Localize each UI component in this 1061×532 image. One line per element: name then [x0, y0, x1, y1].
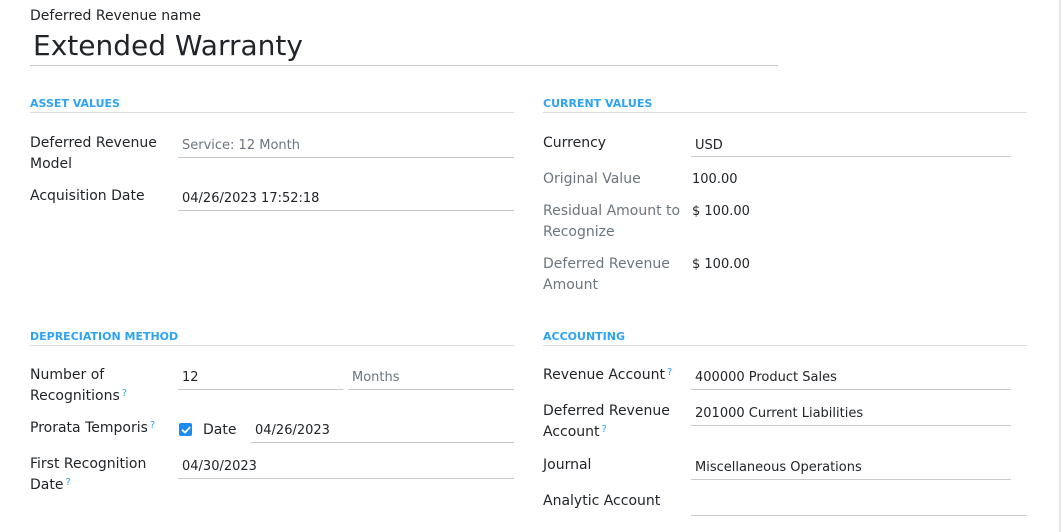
period-select[interactable]: Months — [352, 369, 400, 387]
help-icon[interactable]: ? — [65, 477, 70, 488]
currency-select[interactable]: USD — [695, 137, 723, 155]
model-input-underline — [178, 157, 514, 158]
number-recognitions-input[interactable]: 12 — [182, 369, 199, 387]
help-icon[interactable]: ? — [667, 367, 672, 378]
first-recognition-underline — [178, 478, 514, 479]
help-icon[interactable]: ? — [150, 420, 155, 431]
model-label-line1: Deferred Revenue — [30, 135, 157, 151]
deferred-account-label: Deferred Revenue Account? — [543, 401, 670, 443]
prorata-label: Prorata Temporis? — [30, 418, 155, 439]
residual-label: Residual Amount to Recognize — [543, 201, 680, 243]
name-label: Deferred Revenue name — [30, 8, 201, 24]
number-recognitions-underline — [178, 389, 343, 390]
name-input[interactable]: Extended Warranty — [33, 28, 303, 64]
original-value: 100.00 — [692, 172, 738, 187]
section-current-values-line — [543, 112, 1027, 113]
residual-label-line2: Recognize — [543, 224, 615, 240]
residual-label-line1: Residual Amount to — [543, 203, 681, 219]
help-icon[interactable]: ? — [602, 424, 607, 435]
deferred-amount-label-line1: Deferred Revenue — [543, 256, 670, 272]
number-recognitions-label: Number of Recognitions? — [30, 365, 127, 407]
deferred-account-label-line2: Account — [543, 424, 600, 440]
deferred-amount-label-line2: Amount — [543, 277, 599, 293]
original-value-label: Original Value — [543, 171, 641, 187]
acquisition-date-label: Acquisition Date — [30, 188, 145, 204]
analytic-account-label: Analytic Account — [543, 493, 661, 509]
prorata-label-text: Prorata Temporis — [30, 420, 148, 436]
revenue-account-underline — [691, 389, 1011, 390]
revenue-account-label-text: Revenue Account — [543, 367, 665, 383]
prorata-date-input[interactable]: 04/26/2023 — [255, 422, 330, 440]
first-recognition-input[interactable]: 04/30/2023 — [182, 458, 257, 476]
deferred-account-underline — [691, 425, 1011, 426]
analytic-account-select[interactable] — [695, 495, 1005, 513]
section-current-values: CURRENT VALUES — [543, 97, 653, 110]
currency-label: Currency — [543, 135, 607, 151]
section-asset-values-line — [30, 112, 514, 113]
journal-select[interactable]: Miscellaneous Operations — [695, 459, 862, 477]
journal-label: Journal — [543, 457, 592, 473]
help-icon[interactable]: ? — [122, 388, 127, 399]
model-input[interactable]: Service: 12 Month — [182, 137, 300, 155]
deferred-amount-label: Deferred Revenue Amount — [543, 254, 670, 296]
section-depreciation-line — [30, 345, 514, 346]
section-asset-values: ASSET VALUES — [30, 97, 120, 110]
journal-underline — [691, 479, 1011, 480]
section-accounting: ACCOUNTING — [543, 330, 625, 343]
first-recognition-label-line2: Date — [30, 477, 64, 493]
prorata-date-underline — [251, 442, 514, 443]
prorata-date-label: Date — [203, 422, 237, 438]
section-depreciation-method: DEPRECIATION METHOD — [30, 330, 179, 343]
number-recognitions-label-line1: Number of — [30, 367, 105, 383]
deferred-account-label-line1: Deferred Revenue — [543, 403, 670, 419]
acquisition-date-input[interactable]: 04/26/2023 17:52:18 — [182, 190, 319, 208]
name-input-underline — [30, 65, 778, 66]
first-recognition-label: First Recognition Date? — [30, 454, 146, 496]
section-accounting-line — [543, 345, 1027, 346]
check-icon — [181, 426, 190, 433]
analytic-account-underline — [691, 515, 1027, 516]
residual-value: $ 100.00 — [692, 204, 750, 219]
revenue-account-select[interactable]: 400000 Product Sales — [695, 369, 837, 387]
deferred-account-select[interactable]: 201000 Current Liabilities — [695, 405, 863, 423]
first-recognition-label-line1: First Recognition — [30, 456, 147, 472]
number-recognitions-label-line2: Recognitions — [30, 388, 120, 404]
deferred-amount-value: $ 100.00 — [692, 257, 750, 272]
period-select-underline — [348, 389, 514, 390]
model-label-line2: Model — [30, 156, 73, 172]
currency-underline — [691, 156, 1011, 157]
prorata-checkbox[interactable] — [179, 423, 192, 436]
revenue-account-label: Revenue Account? — [543, 365, 672, 386]
acquisition-date-underline — [178, 210, 514, 211]
model-label: Deferred Revenue Model — [30, 133, 157, 175]
